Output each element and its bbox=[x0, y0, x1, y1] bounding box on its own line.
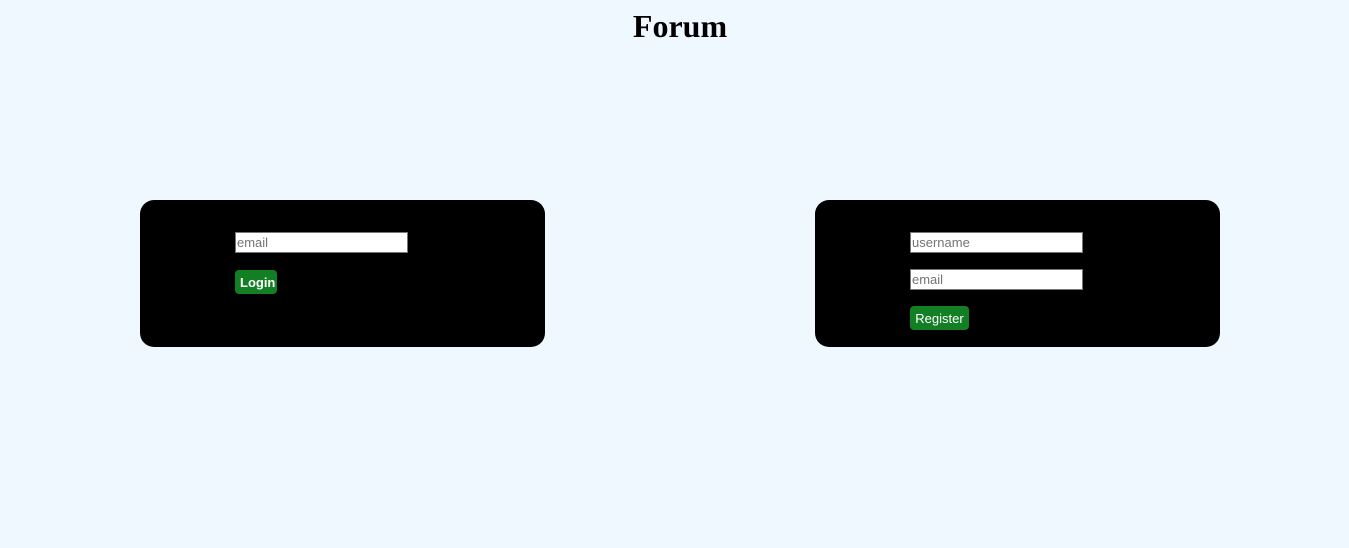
register-email-input[interactable] bbox=[910, 269, 1083, 290]
login-email-input[interactable] bbox=[235, 232, 408, 253]
login-button[interactable]: Login bbox=[235, 270, 277, 294]
page-title: Forum bbox=[632, 8, 728, 44]
register-button[interactable]: Register bbox=[910, 306, 969, 330]
login-panel: Login bbox=[140, 200, 545, 347]
register-username-input[interactable] bbox=[910, 232, 1083, 253]
register-panel: Register bbox=[815, 200, 1220, 347]
